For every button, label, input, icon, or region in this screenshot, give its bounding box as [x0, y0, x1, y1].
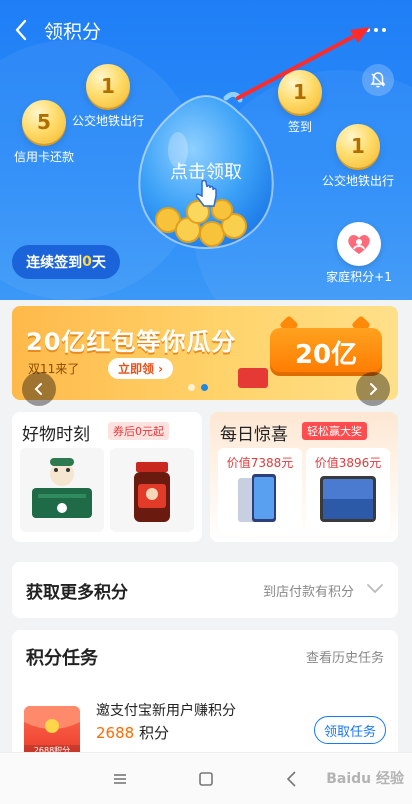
watermark: Baidu 经验 [326, 771, 404, 787]
family-heart-icon [337, 222, 381, 266]
coin-value: 1 [86, 64, 130, 108]
coin-credit-card[interactable]: 5 信用卡还款 [14, 100, 74, 164]
coin-value: 1 [278, 70, 322, 114]
section-title: 积分任务 [26, 648, 98, 669]
coin-value: 5 [22, 100, 66, 144]
coin-transit-1[interactable]: 1 公交地铁出行 [72, 64, 144, 128]
task-history-link[interactable]: 查看历史任务 [306, 647, 384, 666]
back-icon[interactable] [282, 769, 302, 789]
task-points: 2688 积分 [96, 722, 169, 743]
dot-icon [374, 28, 378, 32]
chevron-right-icon [370, 383, 378, 395]
back-button[interactable] [10, 16, 34, 44]
chevron-left-icon [34, 383, 42, 395]
product-image [134, 462, 170, 522]
section-title: 获取更多积分 [26, 583, 128, 603]
page-title: 领积分 [44, 21, 102, 43]
bell-mute-icon [370, 72, 386, 88]
card-title: 每日惊喜 [220, 425, 288, 445]
carousel-dot[interactable] [188, 384, 195, 391]
task-points-value: 2688 [96, 724, 135, 742]
notification-mute-button[interactable] [362, 64, 394, 96]
banner-title: 20亿红包等你瓜分 [26, 328, 237, 356]
coin-transit-2[interactable]: 1 公交地铁出行 [322, 124, 394, 188]
product-phone[interactable]: 价值7388元 [218, 448, 302, 534]
prize-tag: 轻松赢大奖 [302, 422, 367, 440]
task-name: 邀支付宝新用户赚积分 [96, 703, 236, 719]
streak-suffix: 天 [91, 255, 106, 271]
product-tablet[interactable]: 价值3896元 [306, 448, 390, 534]
task-points-unit: 积分 [138, 724, 169, 742]
coin-label: 信用卡还款 [14, 150, 75, 164]
chevron-down-icon [367, 584, 383, 594]
good-things-card[interactable]: 好物时刻 券后0元起 [12, 412, 202, 542]
banner-next-button[interactable] [356, 372, 390, 406]
hero-header: 领积分 1 公交地铁出行 5 信用卡还款 1 签到 1 公交地铁出行 点击领取 … [0, 0, 412, 300]
home-icon[interactable] [196, 769, 216, 789]
product-chili-sauce[interactable] [110, 448, 194, 532]
claim-label: 点击领取 [170, 162, 242, 183]
red-envelope-icon [238, 368, 268, 388]
product-starbucks-box[interactable] [20, 448, 104, 532]
card-title: 好物时刻 [22, 425, 90, 445]
more-options-button[interactable] [366, 20, 394, 40]
banner-prev-button[interactable] [22, 372, 56, 406]
product-image [32, 458, 92, 518]
more-points-hint: 到店付款有积分 [262, 585, 354, 600]
carousel-indicator [188, 384, 208, 391]
daily-surprise-card[interactable]: 每日惊喜 轻松赢大奖 价值7388元 价值3896元 [210, 412, 398, 542]
coupon-tag: 券后0元起 [108, 422, 169, 440]
coin-value: 1 [336, 124, 380, 168]
coin-label: 公交地铁出行 [72, 114, 145, 128]
streak-prefix: 连续签到 [26, 255, 83, 271]
points-tasks-section: 积分任务 查看历史任务 2688积分 邀支付宝新用户赚积分 2688 积分 领取… [12, 630, 398, 760]
banner-cta-button[interactable]: 立即领 › [108, 358, 174, 379]
menu-icon[interactable] [110, 769, 130, 789]
family-points-label: 家庭积分+1 [326, 270, 392, 284]
coin-checkin[interactable]: 1 签到 [278, 70, 322, 134]
coin-label: 公交地铁出行 [322, 174, 395, 188]
claim-task-button[interactable]: 领取任务 [314, 716, 386, 744]
checkin-streak-button[interactable]: 连续签到 0 天 [12, 245, 120, 279]
coin-label: 签到 [288, 120, 313, 134]
product-price: 价值3896元 [314, 456, 382, 470]
streak-days: 0 [82, 254, 92, 270]
dot-icon [366, 28, 370, 32]
back-arrow-icon [15, 19, 27, 41]
dot-icon [382, 28, 386, 32]
family-points-button[interactable]: 家庭积分+1 [324, 222, 394, 285]
banner-badge: 20亿 [270, 328, 382, 376]
get-more-points-row[interactable]: 获取更多积分 到店付款有积分 [12, 562, 398, 618]
product-price: 价值7388元 [226, 456, 294, 470]
carousel-dot-active[interactable] [201, 384, 208, 391]
